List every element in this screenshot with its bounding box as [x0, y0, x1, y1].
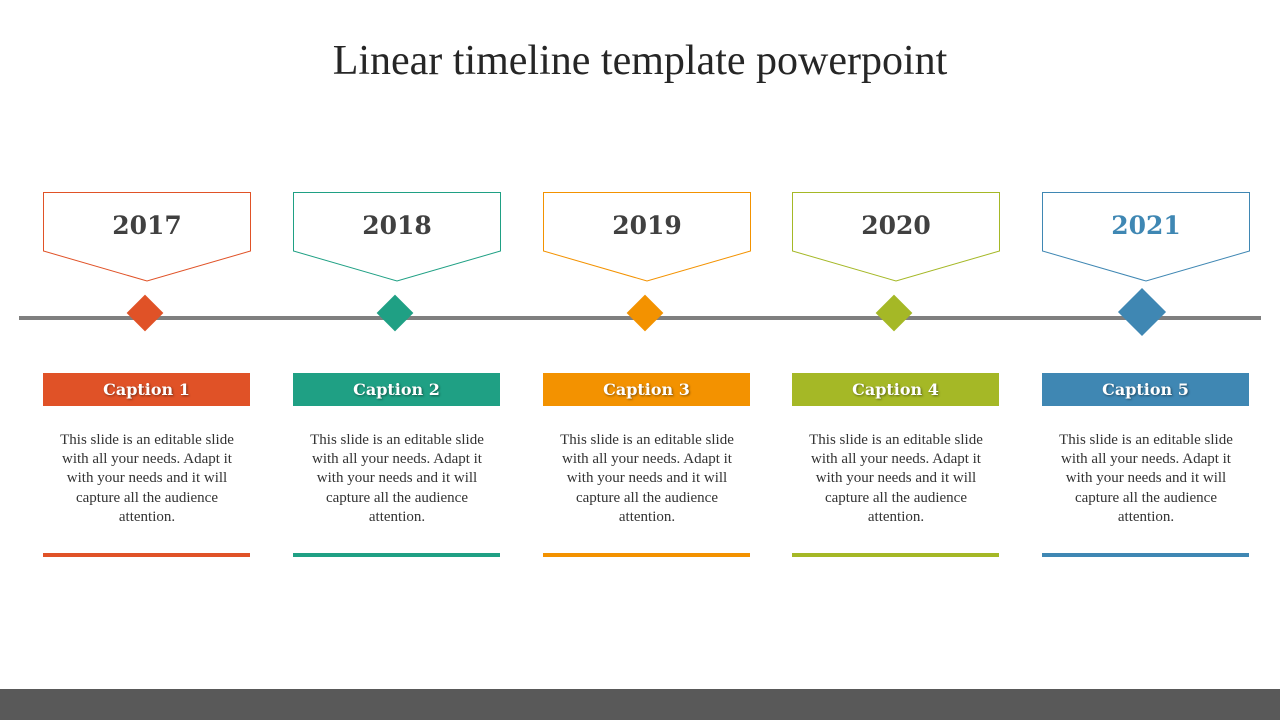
year-pentagon-box: 2019 — [543, 192, 751, 282]
milestone-diamond-icon — [126, 294, 164, 332]
caption-banner: Caption 5 — [1042, 373, 1249, 406]
milestone-diamond-icon — [875, 294, 913, 332]
milestone-diamond-icon — [1117, 287, 1167, 337]
year-pentagon-box: 2017 — [43, 192, 251, 282]
year-label: 2017 — [112, 211, 182, 240]
caption-description: This slide is an editable slide with all… — [809, 432, 983, 525]
caption-banner: Caption 3 — [543, 373, 750, 406]
timeline-item: 2020 Caption 4 This slide is an editable… — [792, 0, 1000, 720]
footer-bar — [0, 689, 1280, 720]
year-pentagon-box: 2020 — [792, 192, 1000, 282]
timeline-item: 2018 Caption 2 This slide is an editable… — [293, 0, 501, 720]
underline-bar — [43, 553, 250, 557]
underline-bar — [1042, 553, 1249, 557]
underline-bar — [792, 553, 999, 557]
timeline-item: 2019 Caption 3 This slide is an editable… — [543, 0, 751, 720]
year-label: 2020 — [861, 211, 931, 240]
year-label: 2019 — [612, 211, 682, 240]
timeline-item: 2021 Caption 5 This slide is an editable… — [1042, 0, 1250, 720]
caption-description: This slide is an editable slide with all… — [560, 432, 734, 525]
year-label: 2018 — [362, 211, 432, 240]
year-pentagon-box: 2021 — [1042, 192, 1250, 282]
caption-banner: Caption 2 — [293, 373, 500, 406]
year-pentagon-box: 2018 — [293, 192, 501, 282]
milestone-diamond-icon — [626, 294, 664, 332]
caption-description: This slide is an editable slide with all… — [60, 432, 234, 525]
caption-description: This slide is an editable slide with all… — [1059, 432, 1233, 525]
milestone-diamond-icon — [376, 294, 414, 332]
year-label: 2021 — [1111, 211, 1181, 240]
underline-bar — [543, 553, 750, 557]
caption-banner: Caption 1 — [43, 373, 250, 406]
caption-description: This slide is an editable slide with all… — [310, 432, 484, 525]
caption-banner: Caption 4 — [792, 373, 999, 406]
timeline-item: 2017 Caption 1 This slide is an editable… — [43, 0, 251, 720]
underline-bar — [293, 553, 500, 557]
